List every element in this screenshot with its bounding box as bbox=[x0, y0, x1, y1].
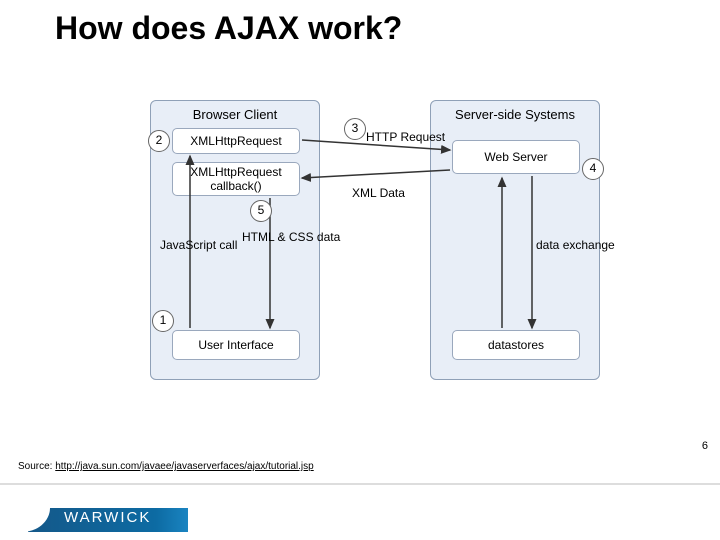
label-xml-data: XML Data bbox=[352, 186, 405, 200]
slide-title: How does AJAX work? bbox=[55, 10, 402, 47]
source-prefix: Source: bbox=[18, 461, 55, 472]
slide-footer: WARWICK bbox=[0, 483, 720, 540]
ajax-diagram: Browser Client XMLHttpRequest XMLHttpReq… bbox=[120, 100, 610, 390]
label-js-call: JavaScript call bbox=[160, 238, 220, 252]
page-number: 6 bbox=[702, 440, 708, 452]
label-http-request: HTTP Request bbox=[366, 130, 445, 144]
step-1: 1 bbox=[152, 310, 174, 332]
step-5: 5 bbox=[250, 200, 272, 222]
step-3: 3 bbox=[344, 118, 366, 140]
label-data-exchange: data exchange bbox=[536, 238, 600, 252]
step-4: 4 bbox=[582, 158, 604, 180]
step-2: 2 bbox=[148, 130, 170, 152]
source-link[interactable]: http://java.sun.com/javaee/javaserverfac… bbox=[55, 461, 313, 472]
logo-text: WARWICK bbox=[64, 509, 151, 526]
source-citation: Source: http://java.sun.com/javaee/javas… bbox=[18, 461, 314, 472]
label-html-css: HTML & CSS data bbox=[242, 230, 306, 244]
warwick-logo: WARWICK bbox=[28, 494, 188, 532]
